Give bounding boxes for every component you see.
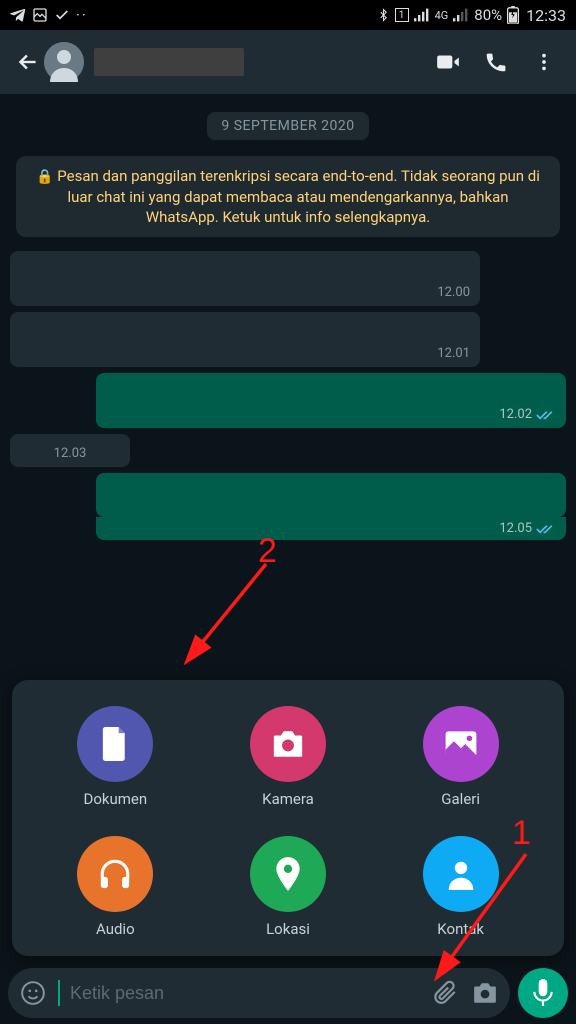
attach-label: Audio [96,920,135,938]
back-button[interactable] [8,42,48,82]
signal-icon-2 [453,8,469,22]
date-separator: 9 SEPTEMBER 2020 [207,112,368,140]
message-outgoing[interactable]: 12.02 [96,373,566,428]
attach-label: Dokumen [83,790,147,808]
avatar[interactable] [44,42,84,82]
attach-label: Lokasi [266,920,310,938]
message-time: 12.00 [20,281,470,300]
message-input-bar [0,962,576,1024]
video-call-button[interactable] [424,38,472,86]
message-incoming[interactable]: 12.00 [10,251,480,306]
lock-icon: 🔒 [36,169,53,185]
message-time: 12.02 [106,403,556,422]
bluetooth-icon [377,7,390,23]
text-cursor [58,980,60,1006]
attach-button[interactable] [430,980,460,1006]
voice-call-button[interactable] [472,38,520,86]
attach-camera-button[interactable]: Kamera [207,706,370,808]
location-pin-icon [250,836,326,912]
message-incoming[interactable]: 12.03 [10,434,130,467]
menu-button[interactable] [520,38,568,86]
signal-icon [414,8,430,22]
battery-percent: 80% [474,6,502,24]
attach-gallery-button[interactable]: Galeri [379,706,542,808]
voice-message-button[interactable] [518,968,568,1018]
read-receipt-icon [536,408,556,422]
camera-button[interactable] [470,981,500,1005]
status-bar: ·· 1 4G 80% 12:33 [0,0,576,30]
attach-location-button[interactable]: Lokasi [207,836,370,938]
check-icon [54,7,70,23]
attach-label: Galeri [441,790,480,808]
message-outgoing-partial: 12.05 [96,517,566,540]
status-dots-icon: ·· [76,6,88,24]
person-icon [423,836,499,912]
attach-document-button[interactable]: Dokumen [34,706,197,808]
message-input-pill [8,968,510,1018]
attach-contact-button[interactable]: Kontak [379,836,542,938]
document-icon [77,706,153,782]
sim-slot-indicator: 1 [395,8,409,22]
headphones-icon [77,836,153,912]
encryption-text: Pesan dan panggilan terenkripsi secara e… [57,167,540,226]
attach-label: Kamera [262,790,314,808]
attachment-sheet: Dokumen Kamera Galeri Audio Lokasi [12,680,564,956]
attach-label: Kontak [437,920,484,938]
message-time: 12.01 [20,342,470,361]
message-incoming[interactable]: 12.01 [10,312,480,367]
message-time: 12.03 [20,442,120,461]
emoji-button[interactable] [18,980,48,1006]
network-type: 4G [435,10,449,21]
message-input[interactable] [70,983,420,1004]
encryption-notice[interactable]: 🔒 Pesan dan panggilan terenkripsi secara… [16,156,560,237]
message-outgoing[interactable] [96,473,566,517]
chat-header [0,30,576,94]
gallery-icon [423,706,499,782]
attach-audio-button[interactable]: Audio [34,836,197,938]
telegram-icon [10,7,26,23]
read-receipt-icon [536,522,556,536]
camera-icon [250,706,326,782]
clock: 12:33 [526,6,566,25]
image-icon [32,7,48,23]
status-right: 1 4G 80% 12:33 [377,6,566,25]
battery-charging-icon [507,6,519,24]
contact-name[interactable] [94,48,244,76]
